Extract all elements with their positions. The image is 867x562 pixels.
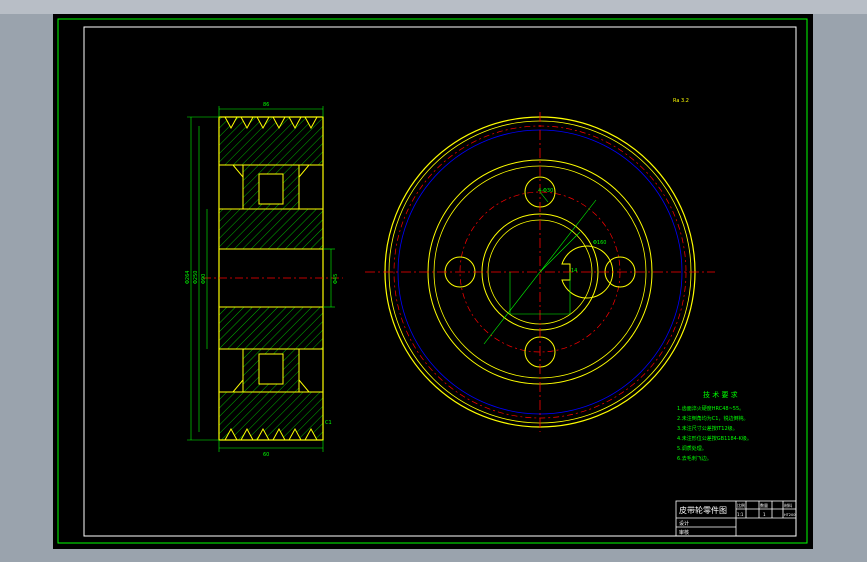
dim-pcd: Φ160 [593,240,606,246]
dim-od2: Φ250 [193,271,199,284]
section-view [187,106,343,452]
tech-req-line-1: 1.齿面淬火硬度HRC48~55。 [677,405,744,412]
dim-hub: Φ90 [201,274,207,284]
dim-bore: Φ45 [333,274,339,284]
title-row2: 设计 [679,520,689,527]
drawing-sheet: Φ264 Φ250 Φ90 Φ45 86 60 C1 Φ160 4-Φ30 14… [53,14,813,549]
tech-req-line-4: 4.未注形位公差按GB1184-K级。 [677,435,752,442]
tech-requirements: 技 术 要 求 1.齿面淬火硬度HRC48~55。 2.未注倒角均为C1，锐边倒… [677,390,752,462]
dim-groove-w: 60 [263,452,269,458]
top-strip [0,0,867,14]
dim-face-w: 86 [263,102,269,108]
title-material-label: 材料 [784,502,792,508]
roughness-note: Ra 3.2 [673,98,689,104]
tech-req-line-5: 5.调质处理。 [677,445,707,452]
title-material-value: HT200 [784,513,795,517]
title-qty-label: 数量 [760,502,768,508]
front-view [365,112,715,432]
cad-drawing: Φ264 Φ250 Φ90 Φ45 86 60 C1 Φ160 4-Φ30 14… [57,18,808,544]
title-scale-value: 1:1 [737,512,744,517]
title-name: 皮带轮零件图 [679,505,727,515]
title-qty-value: 1 [763,512,766,517]
tech-req-line-2: 2.未注倒角均为C1，锐边倒钝。 [677,415,748,422]
dim-keyway: 14 [571,268,577,274]
dim-chamfer: C1 [325,420,332,426]
title-scale-label: 比例 [737,502,745,508]
title-row3: 审核 [679,529,689,536]
tech-req-line-6: 6.去毛刺飞边。 [677,455,712,462]
tech-req-line-3: 3.未注尺寸公差按IT12级。 [677,425,738,432]
tech-req-title: 技 术 要 求 [703,390,738,399]
dim-od1: Φ264 [185,271,191,284]
dim-hole: 4-Φ30 [538,188,553,194]
